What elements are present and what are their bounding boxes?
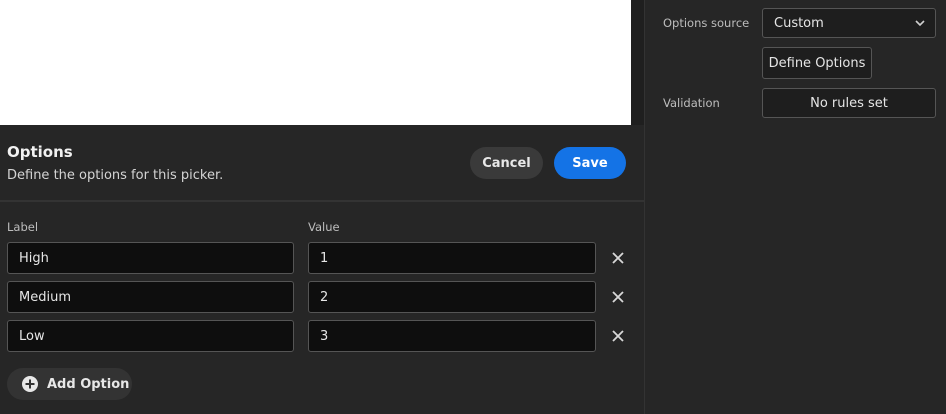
options-dialog: Options Define the options for this pick… xyxy=(0,125,644,414)
remove-option-button[interactable] xyxy=(609,249,627,267)
validation-label: Validation xyxy=(663,96,720,110)
cancel-label: Cancel xyxy=(482,155,531,171)
option-value-input[interactable]: 3 xyxy=(308,320,596,352)
option-value-input[interactable]: 2 xyxy=(308,281,596,313)
cancel-button[interactable]: Cancel xyxy=(470,147,543,179)
add-option-label: Add Option xyxy=(47,376,130,392)
add-circle-icon xyxy=(22,376,38,392)
save-label: Save xyxy=(572,155,608,171)
define-options-button[interactable]: Define Options xyxy=(762,47,872,79)
close-icon xyxy=(612,291,624,303)
define-options-label: Define Options xyxy=(768,55,866,71)
close-icon xyxy=(612,330,624,342)
chevron-down-icon xyxy=(915,20,925,27)
option-value-text: 3 xyxy=(320,328,329,344)
options-source-select[interactable]: Custom xyxy=(762,8,936,38)
option-value-text: 2 xyxy=(320,289,329,305)
option-label-text: Low xyxy=(19,328,45,344)
option-label-text: High xyxy=(19,250,49,266)
option-label-input[interactable]: Medium xyxy=(7,281,294,313)
options-source-value: Custom xyxy=(774,15,824,31)
canvas-preview xyxy=(0,0,631,125)
dialog-subtitle: Define the options for this picker. xyxy=(7,168,224,183)
validation-rules-button[interactable]: No rules set xyxy=(762,88,936,118)
option-label-text: Medium xyxy=(19,289,71,305)
remove-option-button[interactable] xyxy=(609,327,627,345)
options-source-label: Options source xyxy=(663,16,750,30)
option-value-text: 1 xyxy=(320,250,329,266)
value-column-header: Value xyxy=(308,220,340,234)
option-label-input[interactable]: Low xyxy=(7,320,294,352)
label-column-header: Label xyxy=(7,220,39,234)
option-value-input[interactable]: 1 xyxy=(308,242,596,274)
dialog-title: Options xyxy=(7,143,73,161)
add-option-button[interactable]: Add Option xyxy=(7,368,132,400)
remove-option-button[interactable] xyxy=(609,288,627,306)
dialog-divider xyxy=(0,200,644,202)
canvas-gutter xyxy=(631,0,644,125)
validation-value: No rules set xyxy=(810,95,888,111)
properties-panel: Options source Custom Define Options Val… xyxy=(644,0,946,414)
save-button[interactable]: Save xyxy=(554,147,626,179)
close-icon xyxy=(612,252,624,264)
option-label-input[interactable]: High xyxy=(7,242,294,274)
